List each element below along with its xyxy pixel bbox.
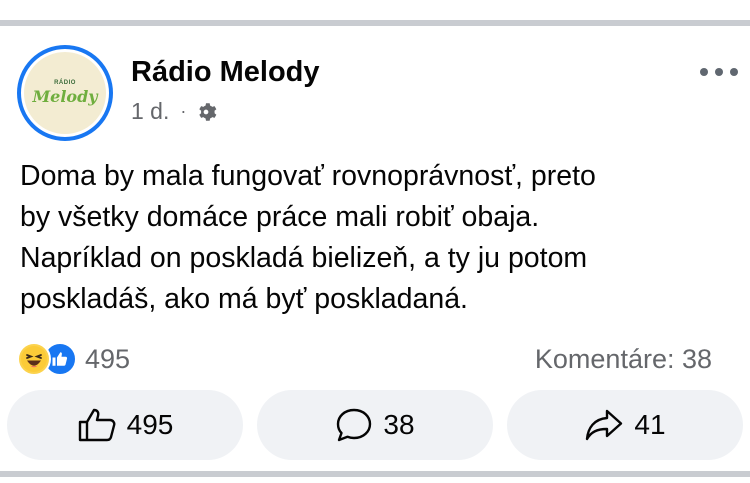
like-button[interactable]: 495 [7,390,243,460]
haha-icon [17,342,51,376]
reaction-count: 495 [85,343,131,374]
author-name[interactable]: Rádio Melody [131,56,320,89]
more-dots-icon[interactable] [700,66,738,78]
feed-divider-bottom [0,471,750,477]
comment-bubble-icon [337,408,372,442]
post-text-line: poskladáš, ako má byť poskladaná. [20,283,468,315]
post-text-line: Doma by mala fungovať rovnoprávnosť, pre… [20,160,596,192]
logo-top-text: RÁDIO [54,80,76,86]
post-text-line: by všetky domáce práce mali robiť obaja. [20,201,540,233]
post-time[interactable]: 1 d. [131,98,169,125]
avatar[interactable]: RÁDIO Melody [17,45,113,141]
thumbs-up-icon [78,408,116,442]
post-meta: 1 d. · [131,98,217,125]
meta-separator: · [180,101,187,121]
gear-icon[interactable] [195,101,217,123]
post-text-line: Napríklad on poskladá bielizeň, a ty ju … [20,242,588,274]
share-button[interactable]: 41 [507,390,743,460]
comment-button[interactable]: 38 [257,390,493,460]
action-bar: 495 38 41 [7,390,743,460]
share-arrow-icon [586,409,623,441]
post-card: RÁDIO Melody Rádio Melody 1 d. · Doma by… [0,26,750,473]
top-spacer [0,0,750,20]
comment-count: 38 [383,409,415,440]
reactions-summary[interactable]: 495 [17,342,130,376]
post-text: Doma by mala fungovať rovnoprávnosť, pre… [20,156,720,320]
like-count: 495 [126,409,174,440]
radio-melody-logo: RÁDIO Melody [24,52,106,134]
comments-count[interactable]: Komentáre: 38 [535,344,712,375]
logo-main-text: Melody [32,87,98,106]
share-count: 41 [634,409,666,440]
